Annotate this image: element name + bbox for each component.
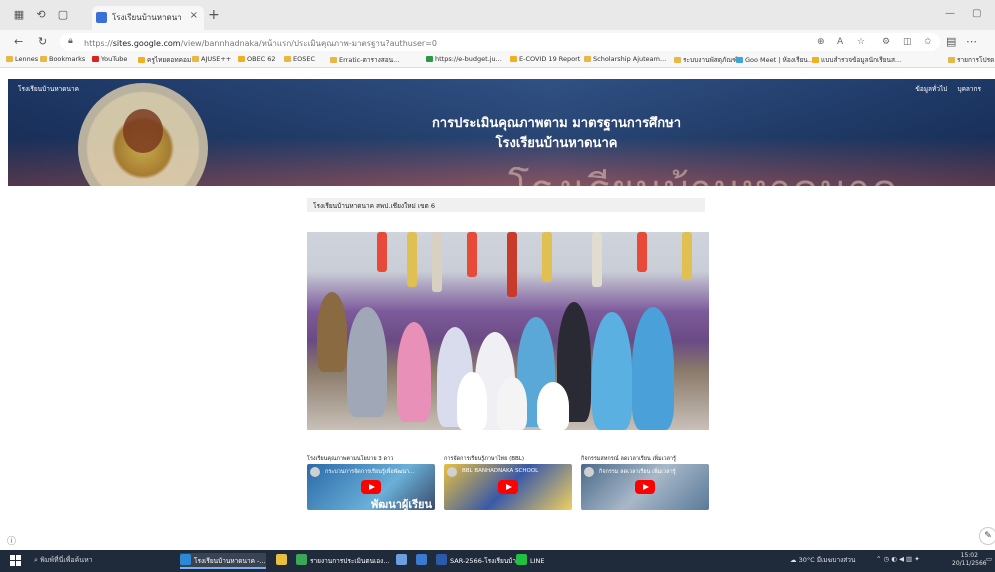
windows-taskbar: ⌕ พิมพ์ที่นี่เพื่อค้นหา โรงเรียนบ้านหาดน…: [0, 550, 995, 572]
page-title: การประเมินคุณภาพตาม มาตรฐานการศึกษา โรงเ…: [8, 114, 995, 154]
lock-icon: 🔒︎: [68, 36, 73, 46]
bookmarks-bar: Lennes Bookmarks YouTube ครูไทยดอทคอม AJ…: [0, 54, 995, 68]
refresh-icon[interactable]: ↻: [38, 35, 47, 48]
video-label: การจัดการเรียนรู้ภาษาไทย (BBL): [444, 456, 525, 462]
address-bar-row: ← ↻ 🔒︎ https://sites.google.com/view/ban…: [0, 30, 995, 54]
bookmark-item[interactable]: Goo Meet | ห้องเรียน...: [736, 55, 814, 65]
video-title: BBL BANHADNAKA SCHOOL: [462, 468, 539, 474]
site-name-link[interactable]: โรงเรียนบ้านหาดนาค: [18, 84, 79, 94]
video-embed[interactable]: กิจกรรม ลดเวลาเรียน เพิ่มเวลารู้: [581, 464, 709, 510]
group-photo-image: [307, 232, 709, 430]
bookmark-item[interactable]: AJUSE++: [192, 55, 231, 63]
bookmark-item[interactable]: Lennes: [6, 55, 38, 63]
title-line-2: โรงเรียนบ้านหาดนาค: [495, 136, 618, 151]
bookmark-item[interactable]: OBEC 62: [238, 55, 276, 63]
video-title: กิจกรรม ลดเวลาเรียน เพิ่มเวลารู้: [599, 469, 676, 475]
bookmark-folder-favorites[interactable]: รายการโปรด: [948, 55, 994, 65]
vertical-tabs-icon[interactable]: ▢: [56, 9, 70, 21]
school-caption-box: โรงเรียนบ้านหาดนาค สพป.เชียงใหม่ เขต 6: [307, 198, 705, 212]
taskbar-app-store[interactable]: [396, 553, 410, 569]
banner-watermark-text: โรงเรียนบ้านหาดนาค: [508, 157, 899, 186]
taskbar-app-browser[interactable]: โรงเรียนบ้านหาดนาค -...: [180, 553, 266, 569]
taskbar-app-word[interactable]: SAR-2566-โรงเรียนบ้าน...: [436, 553, 527, 569]
clock[interactable]: 15:02 20/11/2566: [952, 552, 987, 568]
channel-avatar-icon: [310, 467, 320, 477]
site-top-nav: ข้อมูลทั่วไป บุคลากร: [907, 84, 981, 94]
minimize-icon[interactable]: —: [945, 8, 955, 19]
back-icon[interactable]: ←: [14, 35, 23, 48]
bookmark-item[interactable]: แบบสำรวจข้อมูลนักเรียนส...: [812, 55, 901, 65]
bookmark-item[interactable]: https://e-budget.ju...: [426, 55, 502, 63]
new-tab-button[interactable]: +: [208, 7, 220, 23]
bookmark-item[interactable]: Erratic-ตารางสอน...: [330, 55, 399, 65]
favorites-icon[interactable]: ✩: [924, 37, 932, 47]
video-embed[interactable]: BBL BANHADNAKA SCHOOL: [444, 464, 572, 510]
read-aloud-icon[interactable]: A: [837, 37, 843, 47]
youtube-play-icon[interactable]: [361, 480, 381, 494]
hero-banner: โรงเรียนบ้านหาดนาค โรงเรียนบ้านหาดนาค ข้…: [8, 79, 995, 186]
split-screen-icon[interactable]: ◫: [903, 37, 912, 47]
youtube-play-icon[interactable]: [635, 480, 655, 494]
edit-pencil-icon[interactable]: ✎: [979, 527, 995, 545]
maximize-icon[interactable]: ▢: [972, 8, 981, 19]
collections-icon[interactable]: ▤: [946, 35, 956, 48]
browser-tab-active[interactable]: โรงเรียนบ้านหาดนาค ×: [92, 6, 204, 30]
system-tray-icons[interactable]: ⌃ ◷ ◐ ◀ ▥ ✦: [876, 555, 920, 563]
nav-link-general-info[interactable]: ข้อมูลทั่วไป: [915, 85, 947, 93]
site-favicon-icon: [96, 12, 107, 23]
channel-avatar-icon: [584, 467, 594, 477]
bookmark-item[interactable]: E-COVID 19 Report: [510, 55, 580, 63]
taskbar-app-line[interactable]: LINE: [516, 553, 556, 569]
weather-widget[interactable]: ☁ 30°C มีเมฆบางส่วน: [790, 555, 855, 565]
taskbar-search[interactable]: ⌕ พิมพ์ที่นี่เพื่อค้นหา: [34, 555, 93, 566]
bookmark-item[interactable]: ครูไทยดอทคอม: [138, 55, 191, 65]
bookmark-item[interactable]: ระบบงานพัสดุภัณฑ์ฯ: [674, 55, 741, 65]
tab-title: โรงเรียนบ้านหาดนาค: [112, 13, 182, 22]
video-title: กระบวนการจัดการเรียนรู้เพื่อพัฒนา...: [325, 469, 415, 475]
url-text: https://sites.google.com/view/bannhadnak…: [84, 39, 437, 48]
tab-strip: ▦ ⟲ ▢ โรงเรียนบ้านหาดนาค × + — ▢: [0, 0, 995, 30]
weather-icon: ☁: [790, 556, 799, 564]
bookmark-item[interactable]: YouTube: [92, 55, 127, 63]
extensions-icon[interactable]: ⚙: [882, 37, 890, 47]
video-label: กิจกรรมสหกรณ์ ลดเวลาเรียน เพิ่มเวลารู้: [581, 456, 676, 462]
youtube-play-icon[interactable]: [498, 480, 518, 494]
bookmark-item[interactable]: Scholarship Ajuteam...: [584, 55, 666, 63]
web-page: โรงเรียนบ้านหาดนาค โรงเรียนบ้านหาดนาค ข้…: [0, 68, 995, 550]
zoom-icon[interactable]: ⊕: [817, 37, 825, 47]
history-icon[interactable]: ⟲: [34, 9, 48, 21]
school-caption-text: โรงเรียนบ้านหาดนาค สพป.เชียงใหม่ เขต 6: [313, 202, 435, 210]
taskbar-app-explorer[interactable]: [276, 553, 290, 569]
browser-window: ▦ ⟲ ▢ โรงเรียนบ้านหาดนาค × + — ▢ ← ↻ 🔒︎ …: [0, 0, 995, 572]
video-label: โรงเรียนคุณภาพตามนโยบาย 3 ดาว: [307, 456, 394, 462]
favorite-star-icon[interactable]: ☆: [857, 37, 865, 47]
close-tab-icon[interactable]: ×: [190, 10, 198, 21]
notification-icon[interactable]: ▭: [986, 555, 992, 563]
taskbar-app-mail[interactable]: [416, 553, 430, 569]
workspaces-icon[interactable]: ▦: [12, 9, 26, 21]
nav-link-personnel[interactable]: บุคลากร: [957, 85, 981, 93]
bookmark-item[interactable]: Bookmarks: [40, 55, 85, 63]
video-embed[interactable]: กระบวนการจัดการเรียนรู้เพื่อพัฒนา... พัฒ…: [307, 464, 435, 510]
bookmark-item[interactable]: EOSEC: [284, 55, 315, 63]
windows-start-icon[interactable]: [10, 555, 21, 566]
address-bar[interactable]: 🔒︎ https://sites.google.com/view/bannhad…: [60, 33, 940, 51]
video-overlay-text: พัฒนาผู้เรียน: [371, 498, 432, 510]
taskbar-app-chrome[interactable]: รายงานการประเมินตนเอง...: [296, 553, 390, 569]
channel-avatar-icon: [447, 467, 457, 477]
more-icon[interactable]: ⋯: [966, 35, 977, 48]
title-line-1: การประเมินคุณภาพตาม มาตรฐานการศึกษา: [431, 116, 682, 131]
site-info-icon[interactable]: ⓘ: [7, 534, 16, 547]
